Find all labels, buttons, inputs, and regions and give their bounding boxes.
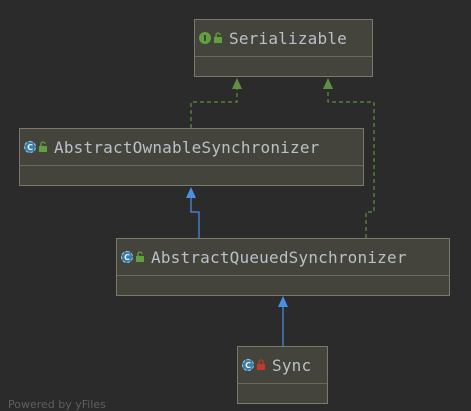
node-sync-label: Sync	[272, 355, 312, 375]
node-sync-body	[238, 384, 327, 404]
powered-by-footer: Powered by yFiles	[8, 398, 106, 411]
node-sync[interactable]: C Sync	[237, 346, 328, 404]
node-sync-header: C Sync	[238, 347, 327, 384]
interface-icon: I	[199, 32, 211, 44]
edge-aqs-extends-aos	[190, 198, 200, 238]
abstract-class-icon: C	[24, 141, 36, 153]
arrowhead-implements-1	[232, 78, 242, 89]
private-lock-icon	[257, 359, 265, 370]
node-aos-body	[20, 166, 363, 186]
public-unlock-icon	[214, 32, 222, 43]
arrowhead-extends-1	[186, 187, 196, 198]
arrowhead-extends-2	[278, 296, 288, 307]
node-aqs-header: C AbstractQueuedSynchronizer	[117, 239, 449, 276]
public-unlock-icon	[136, 251, 144, 262]
edge-aos-implements-serializable	[190, 88, 238, 128]
node-serializable[interactable]: I Serializable	[194, 19, 373, 77]
uml-diagram: I Serializable C AbstractOwnableSynchron…	[0, 0, 471, 411]
node-serializable-body	[195, 57, 372, 77]
node-aos-header: C AbstractOwnableSynchronizer	[20, 129, 363, 166]
node-aqs-label: AbstractQueuedSynchronizer	[151, 247, 407, 267]
node-serializable-label: Serializable	[229, 28, 347, 48]
node-aqs-body	[117, 276, 449, 296]
public-unlock-icon	[39, 141, 47, 152]
node-abstract-queued-synchronizer[interactable]: C AbstractQueuedSynchronizer	[116, 238, 450, 296]
abstract-class-icon: C	[242, 359, 254, 371]
node-abstract-ownable-synchronizer[interactable]: C AbstractOwnableSynchronizer	[19, 128, 364, 186]
node-serializable-header: I Serializable	[195, 20, 372, 57]
node-aos-label: AbstractOwnableSynchronizer	[54, 137, 320, 157]
abstract-class-icon: C	[121, 251, 133, 263]
arrowhead-implements-2	[323, 78, 333, 89]
